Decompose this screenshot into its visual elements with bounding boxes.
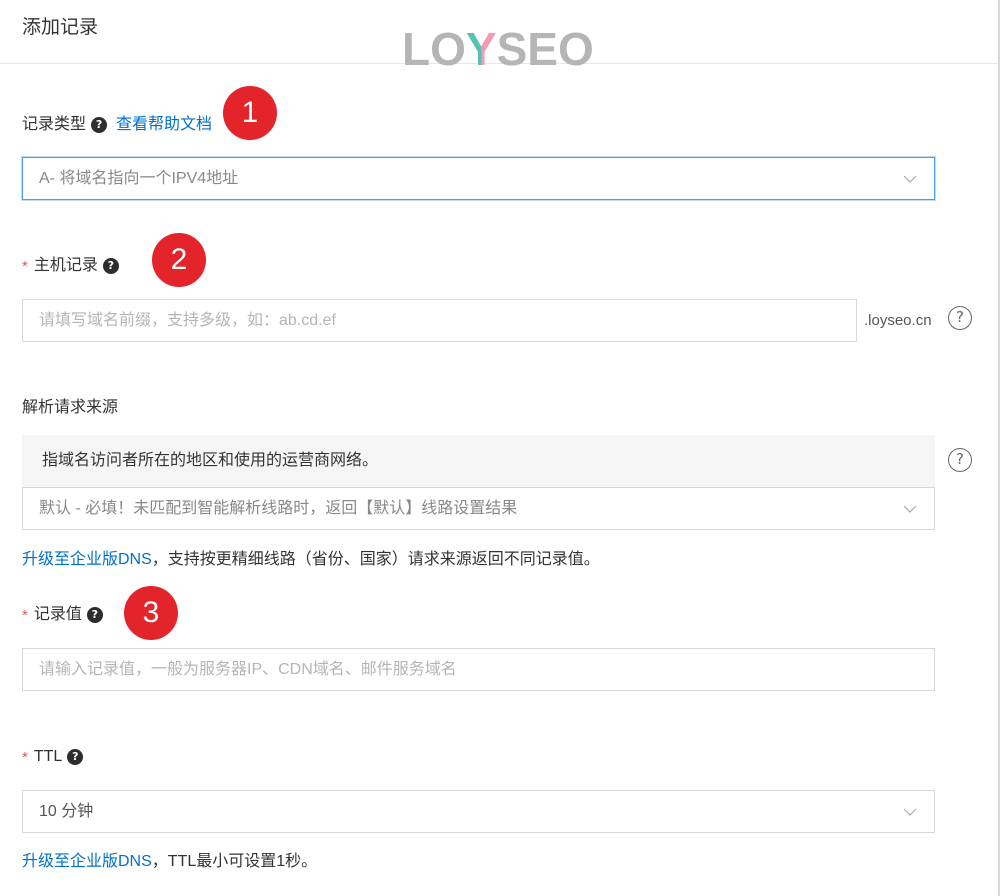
watermark-prefix: LO — [402, 23, 466, 75]
watermark-highlight: Y — [465, 23, 497, 75]
add-record-dialog: 添加记录 LOYSEO 记录类型 查看帮助文档 1 A- 将域名指向一个IPV4… — [0, 0, 1000, 896]
domain-suffix: .loyseo.cn — [864, 312, 932, 329]
source-line-value: 默认 - 必填！未匹配到智能解析线路时，返回【默认】线路设置结果 — [39, 500, 518, 517]
source-upgrade-text: ，支持按更精细线路（省份、国家）请求来源返回不同记录值。 — [151, 551, 600, 568]
step-marker-2: 2 — [152, 233, 206, 287]
source-line-select[interactable]: 默认 - 必填！未匹配到智能解析线路时，返回【默认】线路设置结果 — [22, 487, 935, 530]
host-record-input[interactable] — [22, 299, 857, 342]
step-marker-1: 1 — [223, 86, 277, 140]
question-icon[interactable] — [102, 258, 119, 274]
upgrade-dns-link[interactable]: 升级至企业版DNS — [22, 551, 152, 568]
loyseo-watermark: LOYSEO — [402, 26, 594, 72]
ttl-upgrade-note: 升级至企业版DNS，TTL最小可设置1秒。 — [22, 850, 317, 874]
dialog-title: 添加记录 — [22, 17, 99, 38]
source-upgrade-note: 升级至企业版DNS，支持按更精细线路（省份、国家）请求来源返回不同记录值。 — [22, 548, 600, 572]
help-circle-icon[interactable] — [948, 306, 972, 330]
chevron-down-icon — [903, 505, 917, 513]
ttl-label-row: * TTL — [22, 745, 84, 769]
chevron-down-icon — [903, 808, 917, 816]
value-label: 记录值 — [33, 606, 82, 623]
watermark-suffix: SEO — [496, 23, 594, 75]
chevron-down-icon — [903, 175, 917, 183]
ttl-upgrade-text: ，TTL最小可设置1秒。 — [151, 853, 318, 870]
ttl-label: TTL — [33, 748, 63, 765]
help-docs-link[interactable]: 查看帮助文档 — [116, 113, 212, 137]
source-label: 解析请求来源 — [22, 399, 119, 416]
upgrade-dns-link[interactable]: 升级至企业版DNS — [22, 853, 152, 870]
question-icon[interactable] — [67, 749, 84, 765]
question-icon[interactable] — [86, 607, 103, 623]
step-marker-3: 3 — [124, 586, 178, 640]
required-mark: * — [22, 749, 28, 766]
record-type-value: A- 将域名指向一个IPV4地址 — [39, 170, 239, 187]
ttl-value: 10 分钟 — [39, 803, 94, 820]
host-label: 主机记录 — [33, 257, 98, 274]
ttl-select[interactable]: 10 分钟 — [22, 790, 935, 833]
source-label-row: 解析请求来源 — [22, 396, 118, 420]
record-type-select[interactable]: A- 将域名指向一个IPV4地址 — [22, 157, 935, 200]
record-value-input[interactable] — [22, 648, 935, 691]
record-type-label: 记录类型 — [22, 116, 87, 133]
source-description: 指域名访问者所在的地区和使用的运营商网络。 — [22, 435, 935, 487]
value-label-row: * 记录值 — [22, 603, 103, 627]
required-mark: * — [22, 607, 28, 624]
host-label-row: * 主机记录 — [22, 254, 119, 278]
help-circle-icon[interactable] — [948, 448, 972, 472]
record-type-label-row: 记录类型 查看帮助文档 — [22, 113, 212, 137]
question-icon[interactable] — [91, 117, 108, 133]
required-mark: * — [22, 258, 28, 275]
